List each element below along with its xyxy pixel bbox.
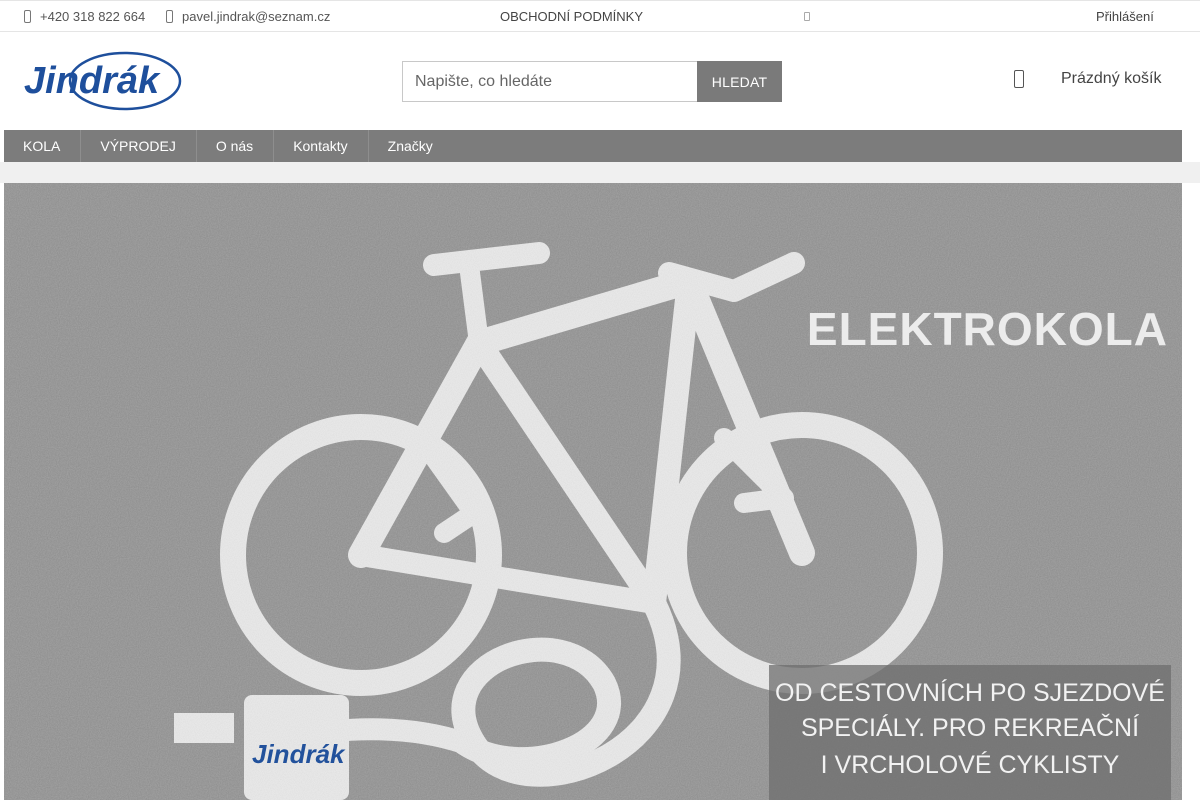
search-input[interactable] — [402, 61, 697, 102]
nav-substrip — [0, 162, 1200, 183]
main-nav: KOLA VÝPRODEJ O nás Kontakty Značky — [4, 130, 1182, 162]
email-contact[interactable]: pavel.jindrak@seznam.cz — [166, 1, 330, 31]
mail-icon — [166, 9, 173, 23]
cart-label[interactable]: Prázdný košík — [1061, 70, 1161, 88]
search-form: HLEDAT — [402, 61, 782, 102]
banner-headline: ELEKTROKOLA — [807, 303, 1168, 355]
site-header: Jindrák HLEDAT Prázdný košík — [0, 32, 1200, 130]
banner-tagline-3: I VRCHOLOVÉ CYKLISTY — [821, 750, 1120, 779]
top-bar: +420 318 822 664 pavel.jindrak@seznam.cz… — [0, 0, 1200, 32]
site-logo[interactable]: Jindrák — [22, 49, 184, 113]
nav-item-o-nas[interactable]: O nás — [197, 130, 275, 162]
terms-link[interactable]: OBCHODNÍ PODMÍNKY — [500, 9, 643, 24]
login-link[interactable]: Přihlášení — [1096, 9, 1154, 24]
phone-link[interactable]: +420 318 822 664 — [40, 9, 145, 24]
cart-icon — [1014, 70, 1024, 88]
banner-image: Jindrák ELEKTROKOLA OD CESTOVNÍCH PO SJE… — [4, 183, 1182, 800]
social-icon[interactable] — [804, 12, 810, 21]
nav-item-kola[interactable]: KOLA — [4, 130, 82, 162]
phone-icon — [24, 9, 31, 23]
banner-tagline-2: SPECIÁLY. PRO REKREAČNÍ — [801, 713, 1139, 742]
nav-item-vyprodej[interactable]: VÝPRODEJ — [81, 130, 197, 162]
nav-item-kontakty[interactable]: Kontakty — [274, 130, 369, 162]
email-link[interactable]: pavel.jindrak@seznam.cz — [182, 9, 330, 24]
phone-contact[interactable]: +420 318 822 664 — [24, 1, 145, 31]
nav-item-znacky[interactable]: Značky — [369, 130, 453, 162]
search-button[interactable]: HLEDAT — [697, 61, 782, 102]
hero-banner[interactable]: Jindrák ELEKTROKOLA OD CESTOVNÍCH PO SJE… — [4, 183, 1182, 800]
logo-text: Jindrák — [24, 60, 161, 102]
banner-tagline-1: OD CESTOVNÍCH PO SJEZDOVÉ — [775, 678, 1165, 707]
cart[interactable]: Prázdný košík — [1014, 70, 1161, 88]
